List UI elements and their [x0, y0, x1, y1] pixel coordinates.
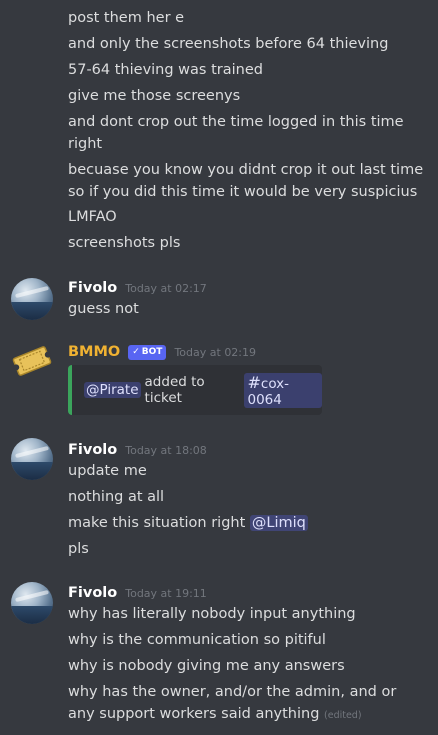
channel-mention[interactable]: #cox-0064	[244, 372, 322, 408]
ticket-icon[interactable]	[11, 340, 53, 382]
message-line: nothing at all	[68, 489, 165, 505]
author-name[interactable]: Fivolo	[68, 585, 117, 601]
chat-messages: post them her e and only the screenshots…	[0, 0, 438, 735]
timestamp: Today at 18:08	[125, 443, 207, 457]
author-name[interactable]: Fivolo	[68, 442, 117, 458]
avatar[interactable]	[11, 278, 53, 320]
message-line: post them her e	[68, 10, 185, 26]
message-header: Fivolo Today at 18:08	[68, 440, 207, 460]
message-line: give me those screenys	[68, 88, 241, 104]
embed: @Pirate added to ticket #cox-0064	[68, 365, 322, 415]
message-line: why is nobody giving me any answers	[68, 658, 345, 674]
user-mention[interactable]: @Pirate	[84, 382, 141, 398]
author-name[interactable]: BMMO	[68, 344, 120, 360]
message-line: screenshots pls	[68, 235, 181, 251]
message-header: Fivolo Today at 02:17	[68, 278, 207, 298]
avatar[interactable]	[11, 582, 53, 624]
message-line: LMFAO	[68, 209, 117, 225]
message-header: BMMO ✓ BOT Today at 02:19	[68, 342, 256, 362]
message-line: make this situation right @Limiq	[68, 515, 308, 531]
message-line: why is the communication so pitiful	[68, 632, 326, 648]
hash-icon: #	[247, 372, 261, 392]
avatar[interactable]	[11, 438, 53, 480]
message-line: and only the screenshots before 64 thiev…	[68, 36, 389, 52]
message-line: becuase you know you didnt crop it out l…	[68, 162, 424, 200]
timestamp: Today at 02:17	[125, 281, 207, 295]
message-line: update me	[68, 463, 147, 479]
message-line: guess not	[68, 301, 139, 317]
bot-badge: ✓ BOT	[128, 344, 167, 360]
edited-label: (edited)	[324, 710, 362, 721]
message-line: why has the owner, and/or the admin, and…	[68, 684, 397, 722]
message-header: Fivolo Today at 19:11	[68, 583, 207, 603]
timestamp: Today at 19:11	[125, 586, 207, 600]
verified-check-icon: ✓	[132, 347, 140, 357]
message-line: 57-64 thieving was trained	[68, 62, 263, 78]
user-mention[interactable]: @Limiq	[249, 515, 308, 531]
embed-text: added to ticket	[144, 374, 205, 406]
author-name[interactable]: Fivolo	[68, 280, 117, 296]
message-line: why has literally nobody input anything	[68, 606, 356, 622]
timestamp: Today at 02:19	[174, 345, 257, 359]
message-line: pls	[68, 541, 89, 557]
message-line: and dont crop out the time logged in thi…	[68, 114, 404, 152]
